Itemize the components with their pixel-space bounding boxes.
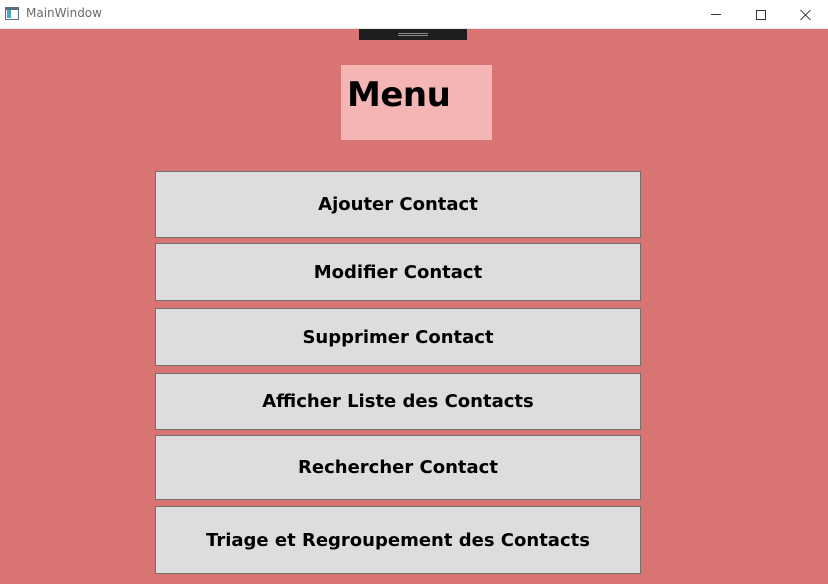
- close-icon: [800, 9, 812, 21]
- maximize-icon: [756, 9, 766, 20]
- debug-toolbar[interactable]: [359, 29, 467, 40]
- edit-contact-button[interactable]: Modifier Contact: [155, 243, 641, 301]
- search-contact-button[interactable]: Rechercher Contact: [155, 435, 641, 500]
- maximize-button[interactable]: [738, 0, 784, 29]
- add-contact-button[interactable]: Ajouter Contact: [155, 171, 641, 238]
- window-title: MainWindow: [26, 6, 102, 20]
- minimize-icon: [711, 14, 721, 15]
- close-button[interactable]: [783, 0, 828, 29]
- delete-contact-button[interactable]: Supprimer Contact: [155, 308, 641, 366]
- title-bar: MainWindow: [0, 0, 828, 29]
- debug-toolbar-grip-icon: [398, 33, 428, 36]
- menu-title-box: Menu: [341, 65, 492, 140]
- minimize-button[interactable]: [693, 0, 739, 29]
- window-app-icon: [5, 7, 19, 20]
- sort-group-contacts-button[interactable]: Triage et Regroupement des Contacts: [155, 506, 641, 574]
- menu-title: Menu: [347, 75, 451, 115]
- list-contacts-button[interactable]: Afficher Liste des Contacts: [155, 373, 641, 430]
